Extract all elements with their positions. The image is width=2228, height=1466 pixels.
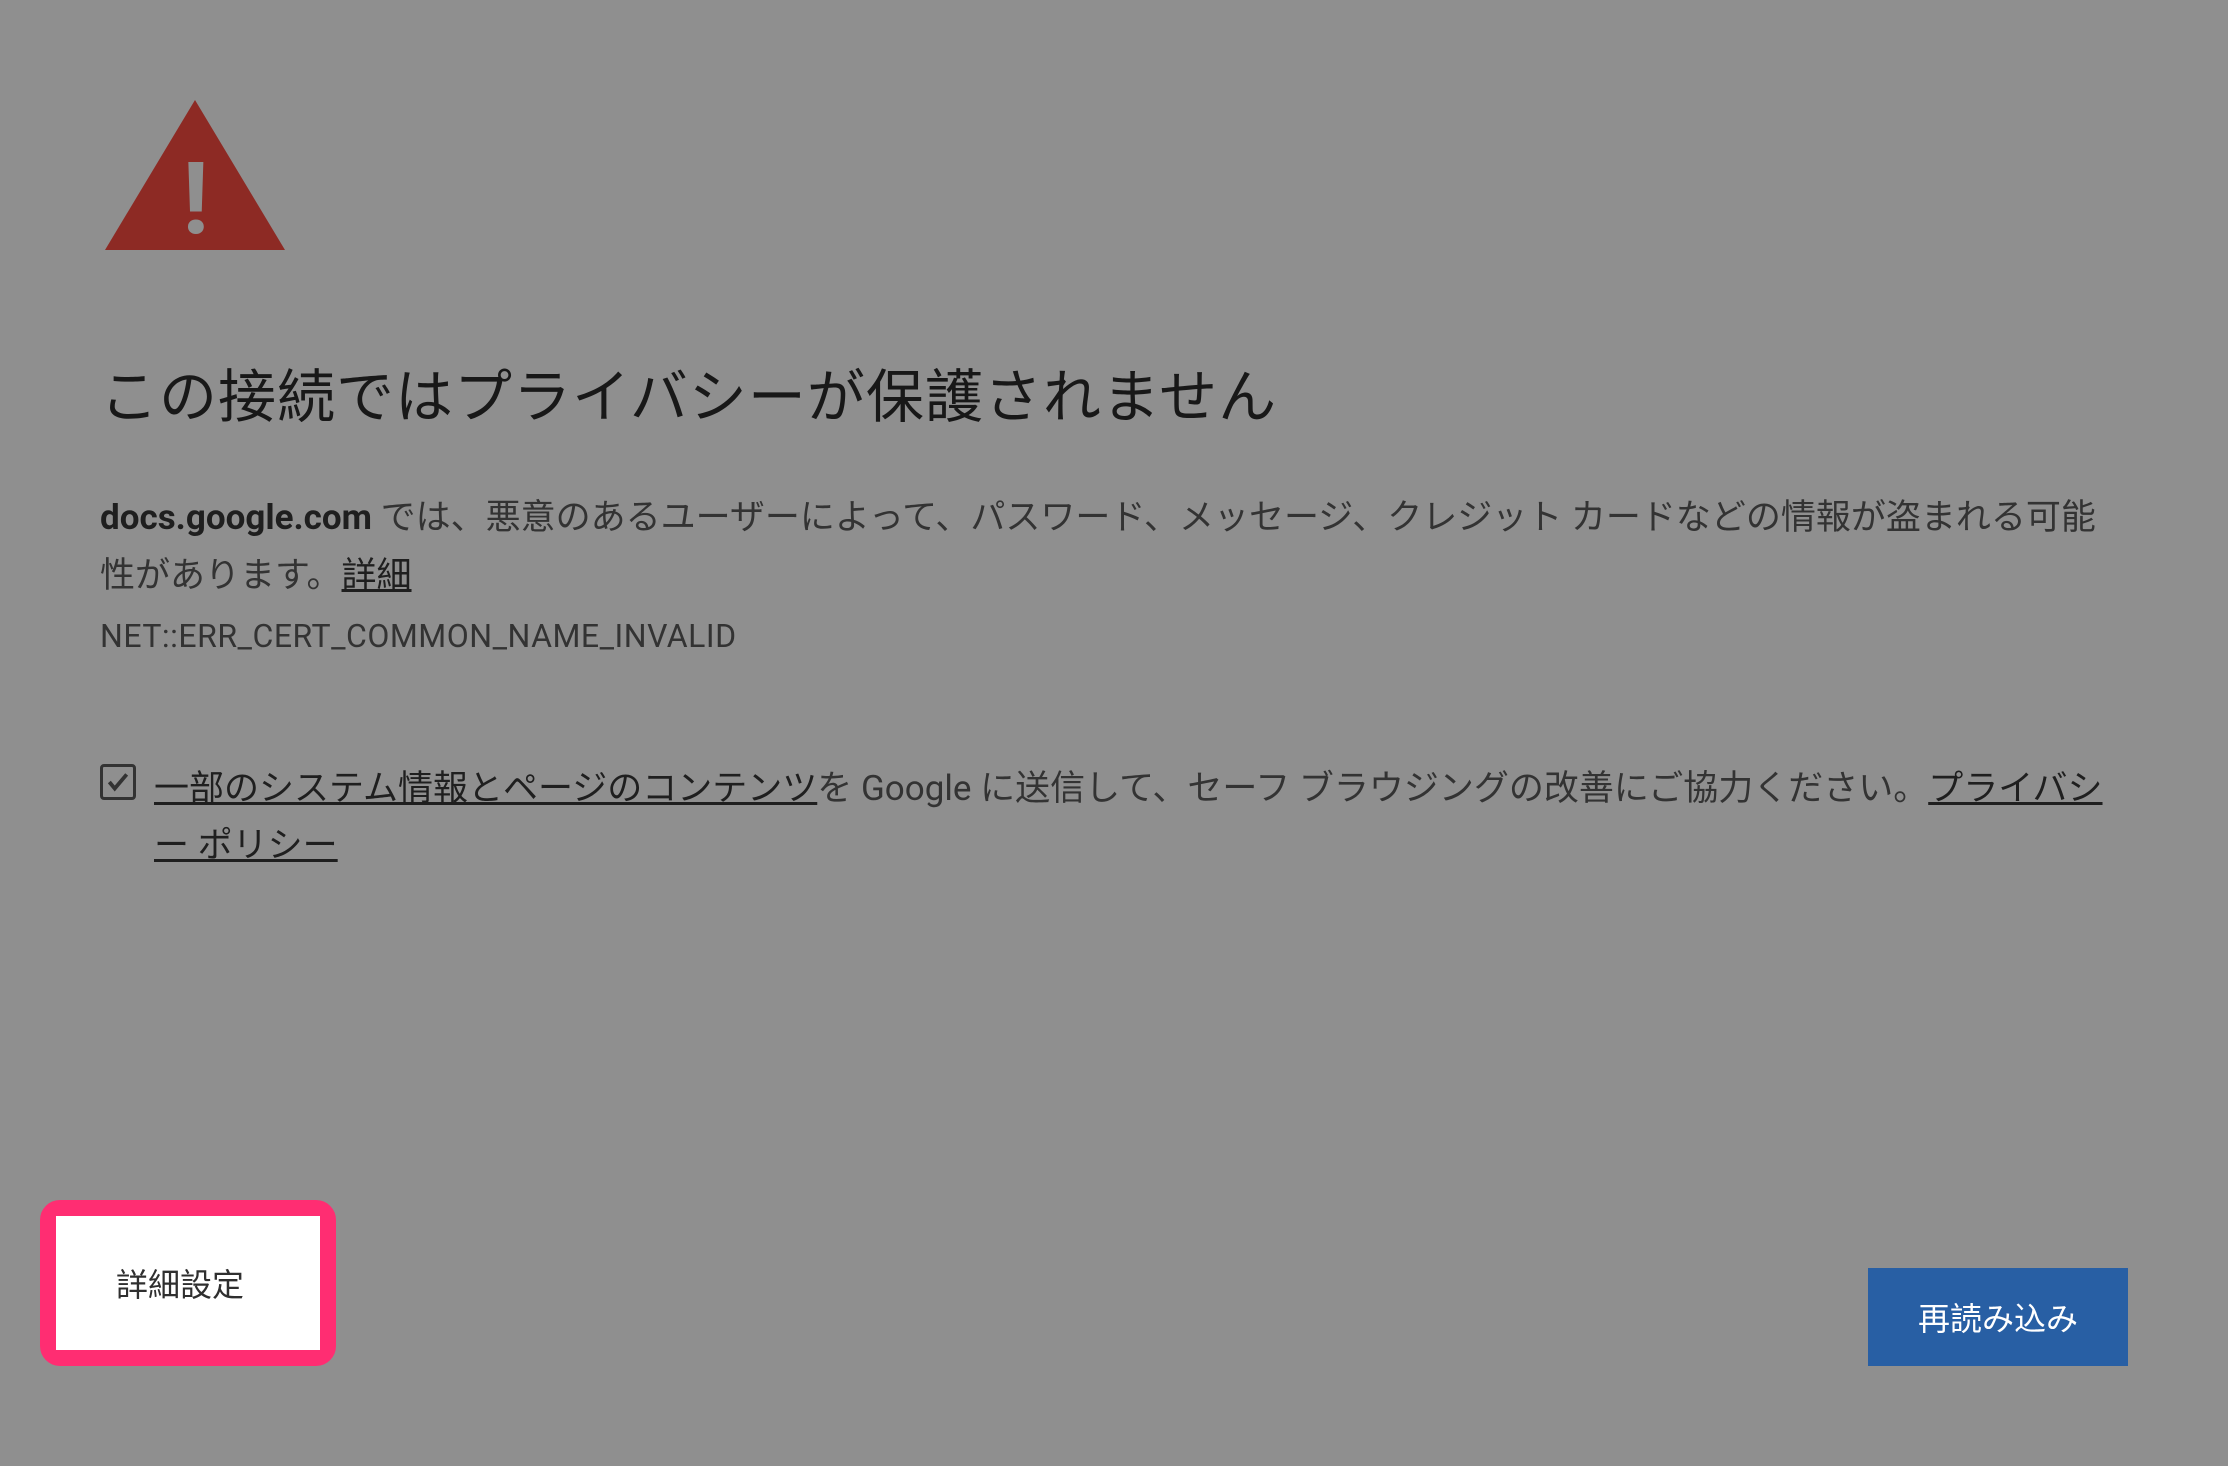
learn-more-link[interactable]: 詳細 — [342, 555, 412, 596]
warning-triangle-icon — [105, 100, 285, 250]
checkbox-text-mid: を Google に送信して、セーフ ブラウジングの改善にご協力ください。 — [817, 768, 1928, 809]
safe-browsing-label: 一部のシステム情報とページのコンテンツを Google に送信して、セーフ ブラ… — [154, 760, 2128, 876]
privacy-warning-heading: この接続ではプライバシーが保護されません — [100, 350, 2128, 434]
advanced-button-highlight: 詳細設定 — [40, 1200, 336, 1366]
advanced-settings-button[interactable]: 詳細設定 — [56, 1216, 320, 1350]
error-code: NET::ERR_CERT_COMMON_NAME_INVALID — [100, 617, 2128, 655]
warning-description: docs.google.com では、悪意のあるユーザーによって、パスワード、メ… — [100, 489, 2128, 605]
domain-name: docs.google.com — [100, 497, 372, 538]
checkmark-icon — [105, 769, 131, 795]
safe-browsing-checkbox[interactable] — [100, 764, 136, 800]
reload-button[interactable]: 再読み込み — [1868, 1268, 2128, 1366]
system-info-link[interactable]: 一部のシステム情報とページのコンテンツ — [154, 768, 817, 809]
